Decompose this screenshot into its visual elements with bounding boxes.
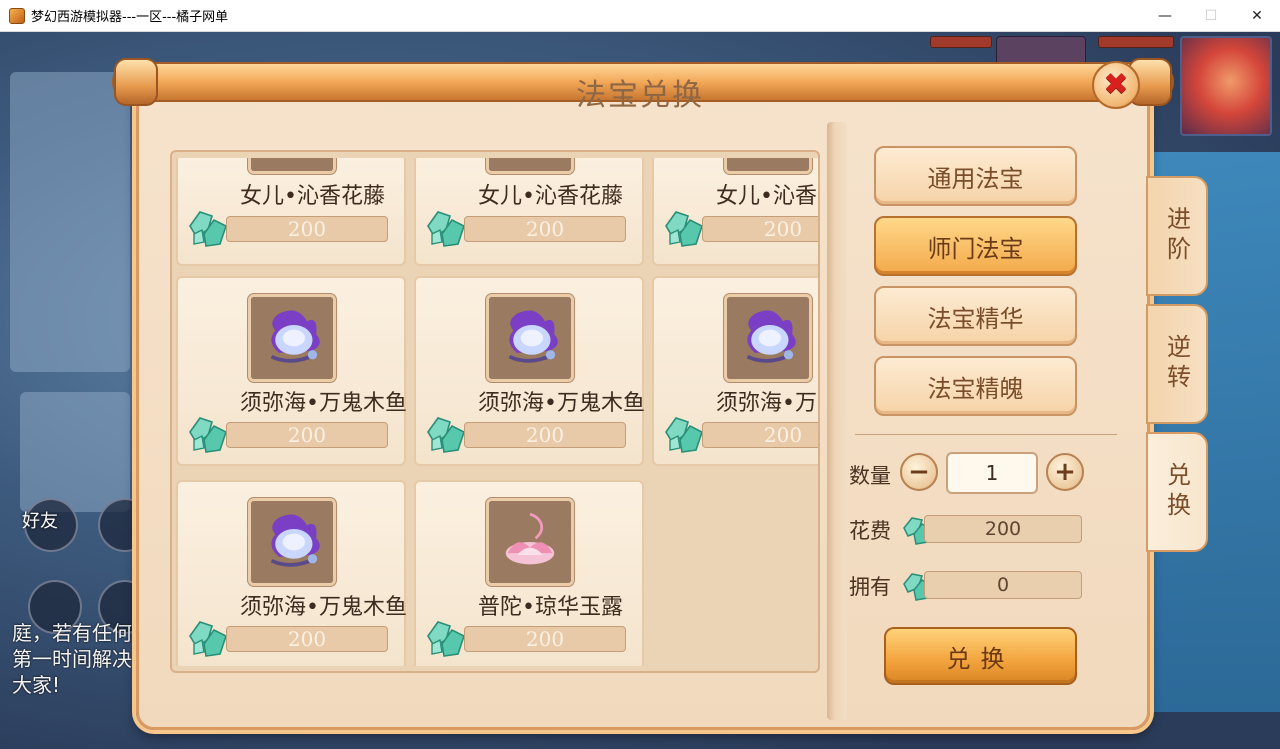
dialog-title: 法宝兑换	[576, 78, 704, 113]
owned-label: 拥有	[849, 575, 891, 599]
section-separator	[855, 434, 1117, 435]
purple-flower-icon	[248, 158, 336, 174]
item-card[interactable]: 普陀•琼华玉露 200	[414, 480, 644, 666]
quantity-label: 数量	[849, 464, 891, 488]
window-titlebar: 梦幻西游模拟器---一区---橘子网单 — ☐ ✕	[0, 0, 1280, 32]
item-price: 200	[464, 626, 626, 652]
jade-gem-icon	[424, 414, 466, 454]
ghost-wooden-fish-icon	[724, 294, 812, 382]
purple-flower-icon	[724, 158, 812, 174]
ghost-wooden-fish-icon	[248, 294, 336, 382]
item-name: 女儿•沁香花藤	[240, 184, 385, 209]
jade-gem-icon	[424, 208, 466, 248]
item-card[interactable]: 女儿•沁香花藤 200	[176, 158, 406, 266]
item-name: 女儿•沁香花藤	[478, 184, 623, 209]
item-name: 普陀•琼华玉露	[478, 595, 623, 620]
background-scenery	[20, 392, 130, 512]
item-card[interactable]: 须弥海•万 200	[652, 276, 818, 466]
item-price: 200	[226, 216, 388, 242]
category-button[interactable]: 师门法宝	[874, 216, 1077, 276]
panel-divider	[827, 122, 847, 720]
jade-gem-icon	[186, 618, 228, 658]
purple-flower-icon	[486, 158, 574, 174]
category-button[interactable]: 通用法宝	[874, 146, 1077, 206]
side-tab[interactable]: 进阶	[1146, 176, 1208, 296]
maximize-button[interactable]: ☐	[1188, 0, 1234, 32]
owned-value: 0	[924, 571, 1082, 599]
item-name: 须弥海•万鬼木鱼	[240, 391, 407, 416]
side-tab-label: 进阶	[1162, 206, 1191, 266]
window-controls: — ☐ ✕	[1142, 0, 1280, 32]
plus-icon: +	[1054, 457, 1076, 487]
item-price: 200	[226, 626, 388, 652]
jade-gem-icon	[662, 208, 704, 248]
side-tab-label: 逆转	[1162, 334, 1191, 394]
side-tab-label: 兑换	[1162, 462, 1191, 522]
category-button[interactable]: 法宝精魄	[874, 356, 1077, 416]
dialog-close-button[interactable]: ✖	[1092, 61, 1140, 109]
item-price: 200	[464, 422, 626, 448]
jade-gem-icon	[662, 414, 704, 454]
ghost-wooden-fish-icon	[248, 498, 336, 586]
exchange-button[interactable]: 兑换	[884, 627, 1077, 685]
hp-bar	[930, 36, 992, 48]
item-name: 须弥海•万鬼木鱼	[478, 391, 645, 416]
window-title: 梦幻西游模拟器---一区---橘子网单	[31, 10, 229, 25]
mp-bar	[1098, 36, 1174, 48]
item-price: 200	[702, 216, 818, 242]
increase-quantity-button[interactable]: +	[1046, 453, 1084, 491]
cost-value: 200	[924, 515, 1082, 543]
item-card[interactable]: 女儿•沁香花藤 200	[414, 158, 644, 266]
item-grid[interactable]: 女儿•沁香花藤 200 女儿•沁香花藤 200 女儿•沁香 200 须弥海•万鬼木鱼 200 须…	[176, 158, 818, 666]
app-icon	[9, 7, 25, 24]
quantity-input[interactable]: 1	[946, 452, 1038, 494]
side-tab[interactable]: 兑换	[1146, 432, 1208, 552]
window-close-button[interactable]: ✕	[1234, 0, 1280, 32]
decrease-quantity-button[interactable]: −	[900, 453, 938, 491]
ghost-wooden-fish-icon	[486, 294, 574, 382]
item-name: 须弥海•万	[716, 391, 817, 416]
friends-label: 好友	[22, 511, 58, 532]
background-scenery	[10, 72, 130, 372]
item-name: 女儿•沁香	[716, 184, 817, 209]
item-name: 须弥海•万鬼木鱼	[240, 595, 407, 620]
side-tab[interactable]: 逆转	[1146, 304, 1208, 424]
item-price: 200	[464, 216, 626, 242]
cost-label: 花费	[849, 519, 891, 543]
item-card[interactable]: 须弥海•万鬼木鱼 200	[176, 480, 407, 666]
jade-gem-icon	[186, 208, 228, 248]
item-price: 200	[702, 422, 818, 448]
item-price: 200	[226, 422, 388, 448]
item-card[interactable]: 须弥海•万鬼木鱼 200	[176, 276, 407, 466]
jade-gem-icon	[186, 414, 228, 454]
category-button[interactable]: 法宝精华	[874, 286, 1077, 346]
close-icon: ✖	[1103, 67, 1129, 102]
chat-message: 庭，若有任何第一时间解决大家!	[12, 621, 132, 697]
item-card[interactable]: 须弥海•万鬼木鱼 200	[414, 276, 645, 466]
lotus-icon	[486, 498, 574, 586]
minus-icon: −	[908, 457, 930, 487]
item-card[interactable]: 女儿•沁香 200	[652, 158, 818, 266]
minimize-button[interactable]: —	[1142, 0, 1188, 32]
jade-gem-icon	[424, 618, 466, 658]
